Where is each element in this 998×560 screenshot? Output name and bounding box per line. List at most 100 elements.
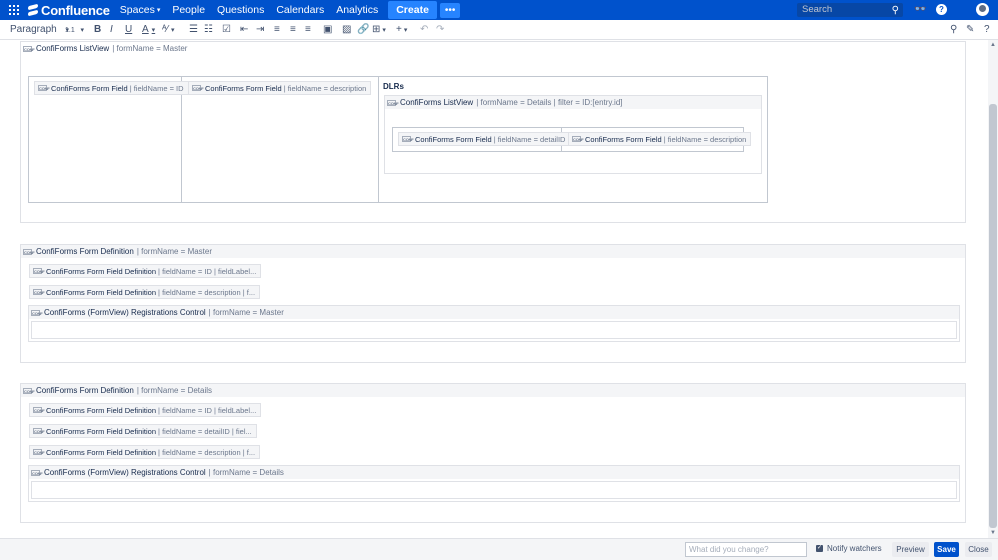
confiforms-icon: CONF	[31, 309, 43, 316]
text-color-button[interactable]: A ▾	[142, 24, 155, 35]
chevron-down-icon: ▾	[80, 27, 85, 34]
listview-details-macro[interactable]: CONF ConfiForms ListView | formName = De…	[384, 95, 762, 174]
editor-content[interactable]: CONF ConfiForms ListView | formName = Ma…	[0, 40, 988, 538]
chevron-down-icon: ▾	[156, 7, 161, 14]
align-left-icon[interactable]: ≡	[274, 24, 280, 35]
confiforms-icon: CONF	[33, 289, 45, 295]
nav-calendars[interactable]: Calendars	[276, 4, 324, 16]
preview-button[interactable]: Preview	[892, 542, 929, 557]
change-comment-input[interactable]	[685, 542, 807, 557]
link-icon[interactable]: 🔗	[357, 24, 369, 35]
more-button[interactable]: •••	[439, 2, 461, 18]
field-definition-id[interactable]: CONF ConfiForms Form Field Definition | …	[29, 264, 262, 278]
field-definition-description[interactable]: CONF ConfiForms Form Field Definition | …	[29, 285, 261, 299]
nav-spaces-label: Spaces	[119, 4, 155, 16]
notify-watchers-checkbox[interactable]: ✓	[816, 545, 823, 552]
nav-analytics[interactable]: Analytics	[336, 4, 378, 16]
chip-title: ConfiForms Form Field Definition	[46, 447, 157, 457]
form-field-description[interactable]: CONF ConfiForms Form Field | fieldName =…	[568, 132, 752, 146]
redo-icon[interactable]: ↷	[436, 24, 444, 35]
confluence-logo[interactable]: Confluence	[28, 3, 110, 18]
confiforms-icon: CONF	[402, 136, 414, 142]
field-definition-description[interactable]: CONF ConfiForms Form Field Definition | …	[29, 445, 261, 459]
confiforms-icon: CONF	[31, 469, 43, 476]
underline-button[interactable]: U	[125, 24, 132, 35]
line-spacing-dropdown[interactable]: 1.1 ▾	[65, 24, 84, 35]
confiforms-icon: CONF	[33, 428, 45, 434]
page-layout-icon[interactable]: ▣	[323, 24, 332, 35]
nested-layout-table[interactable]: CONF ConfiForms Form Field | fieldName =…	[392, 127, 752, 152]
macro-title: ConfiForms ListView	[400, 98, 474, 107]
help-icon[interactable]: ?	[984, 24, 990, 35]
nav-people[interactable]: People	[172, 4, 205, 16]
confiforms-icon: CONF	[33, 449, 45, 455]
undo-icon[interactable]: ↶	[420, 24, 428, 35]
listview-master-macro[interactable]: CONF ConfiForms ListView | formName = Ma…	[20, 41, 966, 223]
image-icon[interactable]: ▨	[342, 24, 351, 35]
macro-title: ConfiForms Form Definition	[36, 386, 134, 395]
save-button[interactable]: Save	[934, 542, 959, 557]
form-definition-master-macro[interactable]: CONF ConfiForms Form Definition | formNa…	[20, 244, 966, 363]
confiforms-icon: CONF	[33, 268, 45, 274]
chip-title: ConfiForms Form Field	[415, 134, 492, 144]
app-name: Confluence	[41, 2, 110, 18]
registrations-control-master[interactable]: CONF ConfiForms (FormView) Registrations…	[28, 305, 960, 342]
table-icon[interactable]: ⊞ ▾	[372, 24, 386, 35]
app-switcher-icon[interactable]	[8, 0, 20, 20]
scrollbar-thumb[interactable]	[989, 104, 997, 528]
macro-params: | formName = Details | filter = ID:[entr…	[476, 98, 623, 107]
registrations-control-body[interactable]	[31, 321, 957, 339]
confiforms-icon: CONF	[192, 85, 204, 91]
create-button[interactable]: Create	[388, 1, 437, 19]
find-icon[interactable]: ⚲	[950, 24, 957, 35]
chip-title: ConfiForms Form Field Definition	[46, 287, 157, 297]
text-format-more-icon[interactable]: ᴬ⁄ ▾	[162, 24, 175, 35]
macro-header: CONF ConfiForms ListView | formName = De…	[385, 96, 761, 109]
bold-button[interactable]: B	[94, 24, 101, 35]
macro-params: | formName = Details	[136, 386, 213, 395]
form-field-detailid[interactable]: CONF ConfiForms Form Field | fieldName =…	[398, 132, 571, 146]
paragraph-style-label: Paragraph	[10, 24, 57, 35]
chip-title: ConfiForms Form Field Definition	[46, 266, 157, 276]
vertical-scrollbar[interactable]: ▲ ▼	[988, 40, 998, 538]
paragraph-style-dropdown[interactable]: Paragraph ▾	[10, 24, 69, 35]
registrations-control-body[interactable]	[31, 481, 957, 499]
editor-footer: ✓ Notify watchers Preview Save Close	[0, 538, 998, 560]
form-field-description[interactable]: CONF ConfiForms Form Field | fieldName =…	[188, 81, 372, 95]
top-navigation-bar: Confluence Spaces ▾ People Questions Cal…	[0, 0, 998, 20]
confiforms-icon: CONF	[387, 99, 399, 106]
form-definition-details-macro[interactable]: CONF ConfiForms Form Definition | formNa…	[20, 383, 966, 523]
edit-pencil-icon[interactable]: ✎	[966, 24, 974, 35]
align-right-icon[interactable]: ≡	[305, 24, 311, 35]
search-placeholder: Search	[802, 4, 833, 15]
align-center-icon[interactable]: ≡	[290, 24, 296, 35]
insert-more-icon[interactable]: + ▾	[396, 24, 407, 35]
indent-icon[interactable]: ⇥	[256, 24, 264, 35]
avatar[interactable]	[976, 3, 989, 16]
registrations-control-details[interactable]: CONF ConfiForms (FormView) Registrations…	[28, 465, 960, 502]
chip-params: | fieldName = description	[663, 134, 747, 144]
notify-watchers[interactable]: ✓ Notify watchers	[816, 544, 882, 553]
binoculars-icon[interactable]: 👓	[914, 4, 926, 15]
search-icon[interactable]: ⚲	[892, 4, 899, 18]
outdent-icon[interactable]: ⇤	[240, 24, 248, 35]
field-definition-detailid[interactable]: CONF ConfiForms Form Field Definition | …	[29, 424, 257, 438]
chip-params: | fieldName = ID	[129, 83, 184, 93]
nav-questions[interactable]: Questions	[217, 4, 264, 16]
help-icon[interactable]: ?	[936, 4, 947, 15]
numbered-list-icon[interactable]: ☷	[204, 24, 213, 35]
field-definition-id[interactable]: CONF ConfiForms Form Field Definition | …	[29, 403, 262, 417]
confiforms-icon: CONF	[38, 85, 50, 91]
task-list-icon[interactable]: ☑	[222, 24, 231, 35]
search-input[interactable]: Search ⚲	[797, 3, 903, 17]
form-field-id[interactable]: CONF ConfiForms Form Field | fieldName =…	[34, 81, 189, 95]
layout-table[interactable]: CONF ConfiForms Form Field | fieldName =…	[28, 76, 768, 203]
scroll-up-icon[interactable]: ▲	[990, 42, 996, 48]
nav-spaces[interactable]: Spaces ▾	[120, 4, 161, 16]
macro-params: | formName = Master	[136, 247, 213, 256]
close-button[interactable]: Close	[965, 542, 992, 557]
bullet-list-icon[interactable]: ☰	[189, 24, 198, 35]
chip-params: | fieldName = ID | fieldLabel...	[158, 405, 257, 415]
italic-button[interactable]: I	[110, 24, 113, 35]
scroll-down-icon[interactable]: ▼	[990, 530, 996, 536]
